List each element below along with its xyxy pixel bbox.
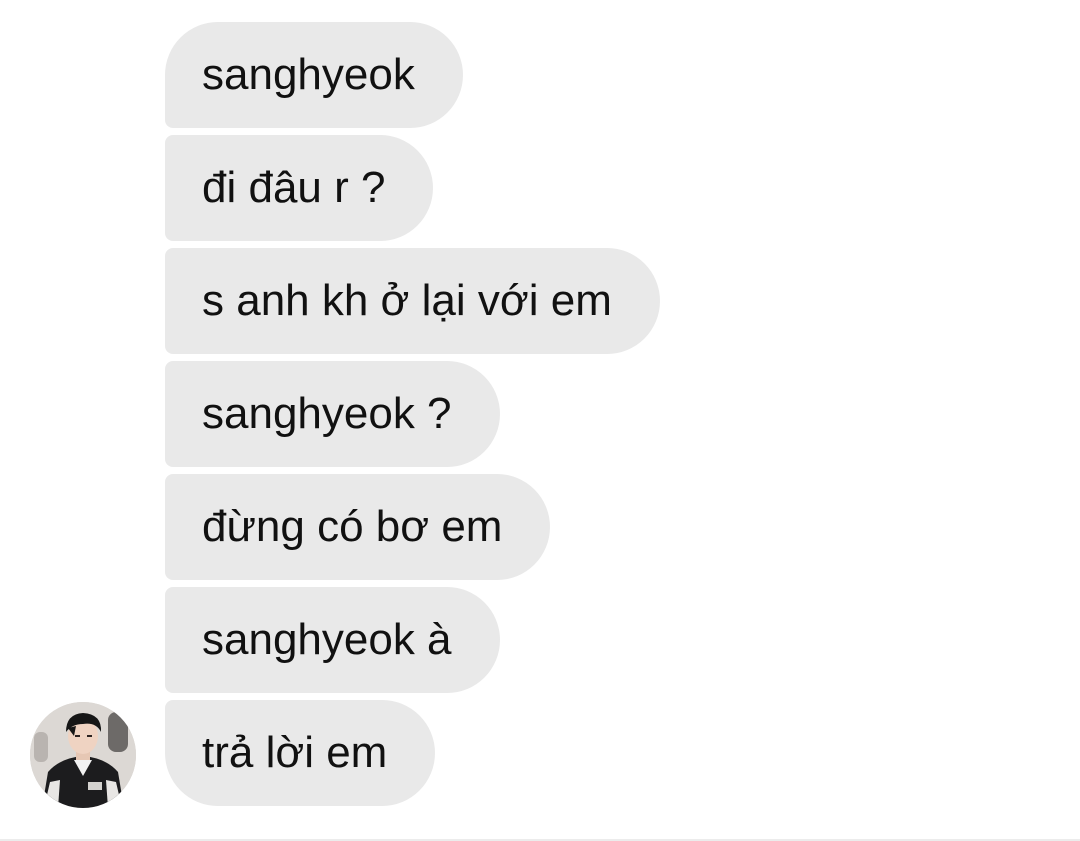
message-bubble[interactable]: đừng có bơ em (165, 474, 551, 580)
message-text: trả lời em (202, 728, 388, 777)
message-bubble[interactable]: sanghyeok à (165, 587, 500, 693)
avatar[interactable] (30, 702, 136, 808)
message-text: sanghyeok (202, 50, 415, 99)
message-bubble[interactable]: trả lời em (165, 700, 436, 806)
message-bubble[interactable]: đi đâu r ? (165, 135, 434, 241)
message-text: sanghyeok ? (202, 389, 452, 438)
profile-photo-icon (30, 702, 136, 808)
chat-thread: sanghyeok đi đâu r ? s anh kh ở lại với … (0, 0, 1080, 841)
message-text: đừng có bơ em (202, 502, 503, 551)
message-text: đi đâu r ? (202, 163, 386, 212)
message-bubble[interactable]: s anh kh ở lại với em (165, 248, 660, 354)
message-bubble[interactable]: sanghyeok ? (165, 361, 500, 467)
message-text: sanghyeok à (202, 615, 452, 664)
message-bubble[interactable]: sanghyeok (165, 22, 463, 128)
message-text: s anh kh ở lại với em (202, 276, 612, 325)
